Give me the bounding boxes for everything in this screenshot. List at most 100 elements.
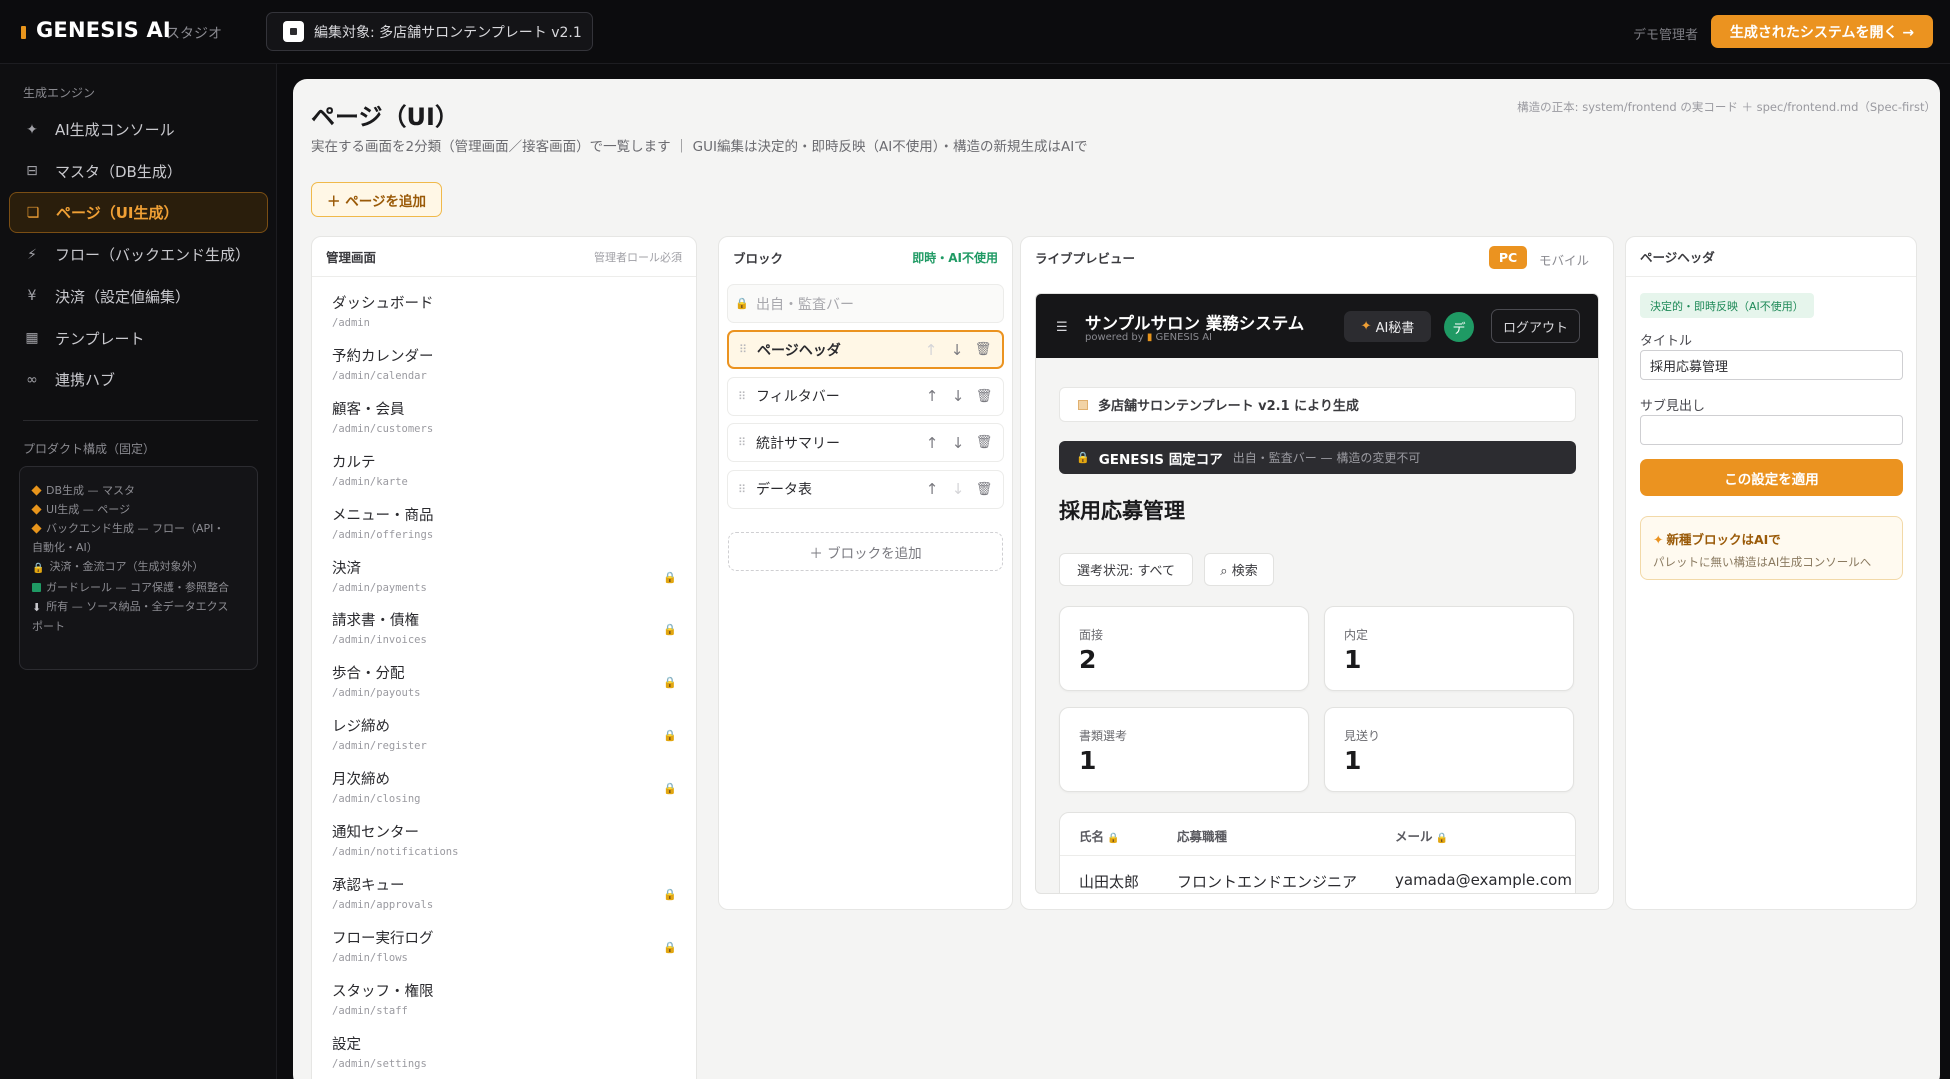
preview-data-table: 氏名 🔒 応募職種 メール 🔒 山田太郎 フロントエンドエンジニア yamada@e…: [1059, 812, 1576, 893]
move-down-icon[interactable]: ↓: [945, 434, 971, 452]
blocks-panel-header: ブロック 即時・AI不使用: [719, 237, 1012, 277]
block-row[interactable]: ⠿ ページヘッダ ↑ ↓ 🗑: [727, 330, 1004, 369]
core-audit-bar: 🔒 GENESIS 固定コア 出自・監査バー — 構造の変更不可: [1059, 441, 1576, 474]
move-down-icon[interactable]: ↓: [944, 341, 970, 359]
admin-page-name: ダッシュボード: [332, 296, 434, 312]
block-row[interactable]: ⠿ 統計サマリー ↑ ↓ 🗑: [727, 423, 1004, 462]
move-up-icon[interactable]: ↑: [919, 434, 945, 452]
locked-block-audit-bar: 🔒 出自・監査バー: [727, 284, 1004, 323]
sidebar-item-integration-hub[interactable]: ∞ 連携ハブ: [9, 359, 268, 400]
apply-settings-button[interactable]: この設定を適用: [1640, 459, 1903, 496]
drag-handle-icon[interactable]: ⠿: [728, 436, 756, 449]
move-up-icon[interactable]: ↑: [919, 387, 945, 405]
settings-panel-title: ページヘッダ: [1640, 250, 1715, 265]
admin-page-item[interactable]: 決済/admin/payments 🔒: [332, 557, 677, 610]
admin-page-name: カルテ: [332, 454, 376, 471]
admin-page-name: 予約カレンダー: [332, 348, 434, 365]
block-row[interactable]: ⠿ フィルタバー ↑ ↓ 🗑: [727, 376, 1004, 416]
title-input[interactable]: [1640, 350, 1903, 380]
admin-page-item[interactable]: 予約カレンダー/admin/calendar: [332, 345, 677, 398]
diamond-icon: [31, 485, 42, 496]
drag-handle-icon[interactable]: ⠿: [728, 390, 756, 403]
admin-page-item[interactable]: フロー実行ログ/admin/flows 🔒: [332, 927, 677, 980]
admin-page-path: /admin/payouts: [332, 687, 421, 700]
sidebar-section-engine: 生成エンジン: [23, 86, 96, 100]
admin-page-item[interactable]: 請求書・債権/admin/invoices 🔒: [332, 609, 677, 662]
trash-icon[interactable]: 🗑: [971, 482, 997, 497]
hamburger-menu-icon[interactable]: ☰: [1056, 320, 1068, 335]
move-down-icon[interactable]: ↓: [945, 387, 971, 405]
trash-icon[interactable]: 🗑: [971, 389, 997, 404]
admin-page-item[interactable]: 通知センター/admin/notifications: [332, 821, 677, 874]
admin-panel-title: 管理画面: [326, 250, 377, 265]
status-filter[interactable]: 選考状況: すべて: [1059, 553, 1193, 586]
product-line: 🔒 決済・金流コア（生成対象外）: [32, 557, 245, 578]
open-generated-system-button[interactable]: 生成されたシステムを開く →: [1711, 15, 1933, 48]
stat-card: 面接 2: [1059, 606, 1309, 691]
drag-handle-icon[interactable]: ⠿: [729, 343, 757, 356]
admin-page-item[interactable]: ダッシュボード/admin: [332, 292, 677, 345]
page-title: ページ（UI）: [311, 103, 459, 131]
brand-subtitle: スタジオ: [166, 26, 222, 42]
sidebar-item-flow-backend[interactable]: ⚡ フロー（バックエンド生成）: [9, 234, 268, 275]
admin-page-item[interactable]: 設定/admin/settings: [332, 1033, 677, 1079]
stat-card: 見送り 1: [1324, 707, 1574, 792]
sparkle-icon: ✦: [26, 121, 38, 138]
preview-app-header: ☰ サンプルサロン 業務システム powered by ▮ GENESIS AI…: [1036, 294, 1598, 358]
preview-logout-button[interactable]: ログアウト: [1491, 309, 1580, 343]
product-line: 自動化・AI）: [32, 541, 98, 554]
admin-page-item[interactable]: 承認キュー/admin/approvals 🔒: [332, 874, 677, 927]
edit-target-selector[interactable]: 編集対象: 多店舗サロンテンプレート v2.1: [266, 12, 593, 51]
trash-icon[interactable]: 🗑: [970, 342, 996, 357]
admin-page-item[interactable]: 月次締め/admin/closing 🔒: [332, 768, 677, 821]
drag-handle-icon[interactable]: ⠿: [728, 483, 756, 496]
new-block-ai-note[interactable]: ✦ 新種ブロックはAIで パレットに無い構造はAI生成コンソールへ: [1640, 516, 1903, 580]
block-row[interactable]: ⠿ データ表 ↑ ↓ 🗑: [727, 469, 1004, 509]
preview-ai-secretary-button[interactable]: ✦ AI秘書: [1344, 311, 1431, 342]
search-button[interactable]: ⌕ 検索: [1204, 553, 1274, 586]
admin-page-item[interactable]: メニュー・商品/admin/offerings: [332, 504, 677, 557]
sidebar-item-master-db[interactable]: ⊟ マスタ（DB生成）: [9, 151, 268, 192]
lock-icon: 🔒: [663, 623, 677, 637]
top-bar: GENESIS AI スタジオ 編集対象: 多店舗サロンテンプレート v2.1 …: [0, 0, 1950, 64]
admin-page-item[interactable]: 顧客・会員/admin/customers: [332, 398, 677, 451]
preview-mobile-toggle[interactable]: モバイル: [1539, 250, 1589, 269]
avatar[interactable]: デ: [1444, 312, 1474, 342]
sparkle-icon: ✦: [1653, 532, 1664, 547]
admin-page-path: /admin: [332, 317, 370, 329]
move-up-icon[interactable]: ↑: [919, 480, 945, 498]
sparkle-icon: ✦: [1360, 319, 1372, 334]
add-block-button[interactable]: ＋ ブロックを追加: [728, 532, 1003, 571]
admin-page-path: /admin/karte: [332, 475, 408, 488]
subtitle-field-label: サブ見出し: [1640, 399, 1706, 414]
admin-page-item[interactable]: 歩合・分配/admin/payouts 🔒: [332, 662, 677, 715]
admin-page-name: レジ締め: [332, 719, 390, 736]
sidebar-item-ai-console[interactable]: ✦ AI生成コンソール: [9, 109, 268, 150]
admin-page-item[interactable]: カルテ/admin/karte: [332, 451, 677, 504]
sidebar-item-templates[interactable]: ▦ テンプレート: [9, 318, 268, 359]
template-icon: ▦: [25, 330, 39, 346]
trash-icon[interactable]: 🗑: [971, 435, 997, 450]
database-icon: ⊟: [26, 163, 38, 180]
admin-page-item[interactable]: スタッフ・権限/admin/staff: [332, 980, 677, 1033]
sidebar-item-payment-settings[interactable]: ¥ 決済（設定値編集）: [9, 276, 268, 317]
lightning-icon: ⚡: [27, 246, 37, 263]
sidebar-item-pages-ui[interactable]: ❏ ページ（UI生成）: [9, 192, 268, 234]
generated-by-banner: 多店舗サロンテンプレート v2.1 により生成: [1059, 387, 1576, 422]
add-page-button[interactable]: ＋ ページを追加: [311, 182, 442, 217]
preview-pc-toggle[interactable]: PC: [1489, 246, 1527, 269]
admin-page-name: 決済: [332, 560, 361, 577]
stat-card: 内定 1: [1324, 606, 1574, 691]
edit-target-label: 編集対象: 多店舗サロンテンプレート v2.1: [314, 24, 582, 41]
stat-card: 書類選考 1: [1059, 707, 1309, 792]
yen-icon: ¥: [27, 288, 37, 305]
admin-page-item[interactable]: レジ締め/admin/register 🔒: [332, 715, 677, 768]
lock-icon: 🔒: [663, 887, 677, 901]
subtitle-input[interactable]: [1640, 415, 1903, 445]
product-line: ⬇ 所有 — ソース納品・全データエクス: [32, 597, 245, 617]
product-line: ガードレール — コア保護・参照整合: [32, 578, 245, 597]
deterministic-badge: 決定的・即時反映（AI不使用）: [1640, 293, 1814, 318]
move-up-icon[interactable]: ↑: [918, 341, 944, 359]
sidebar-section-product: プロダクト構成（固定）: [23, 442, 156, 456]
move-down-icon[interactable]: ↓: [945, 480, 971, 498]
